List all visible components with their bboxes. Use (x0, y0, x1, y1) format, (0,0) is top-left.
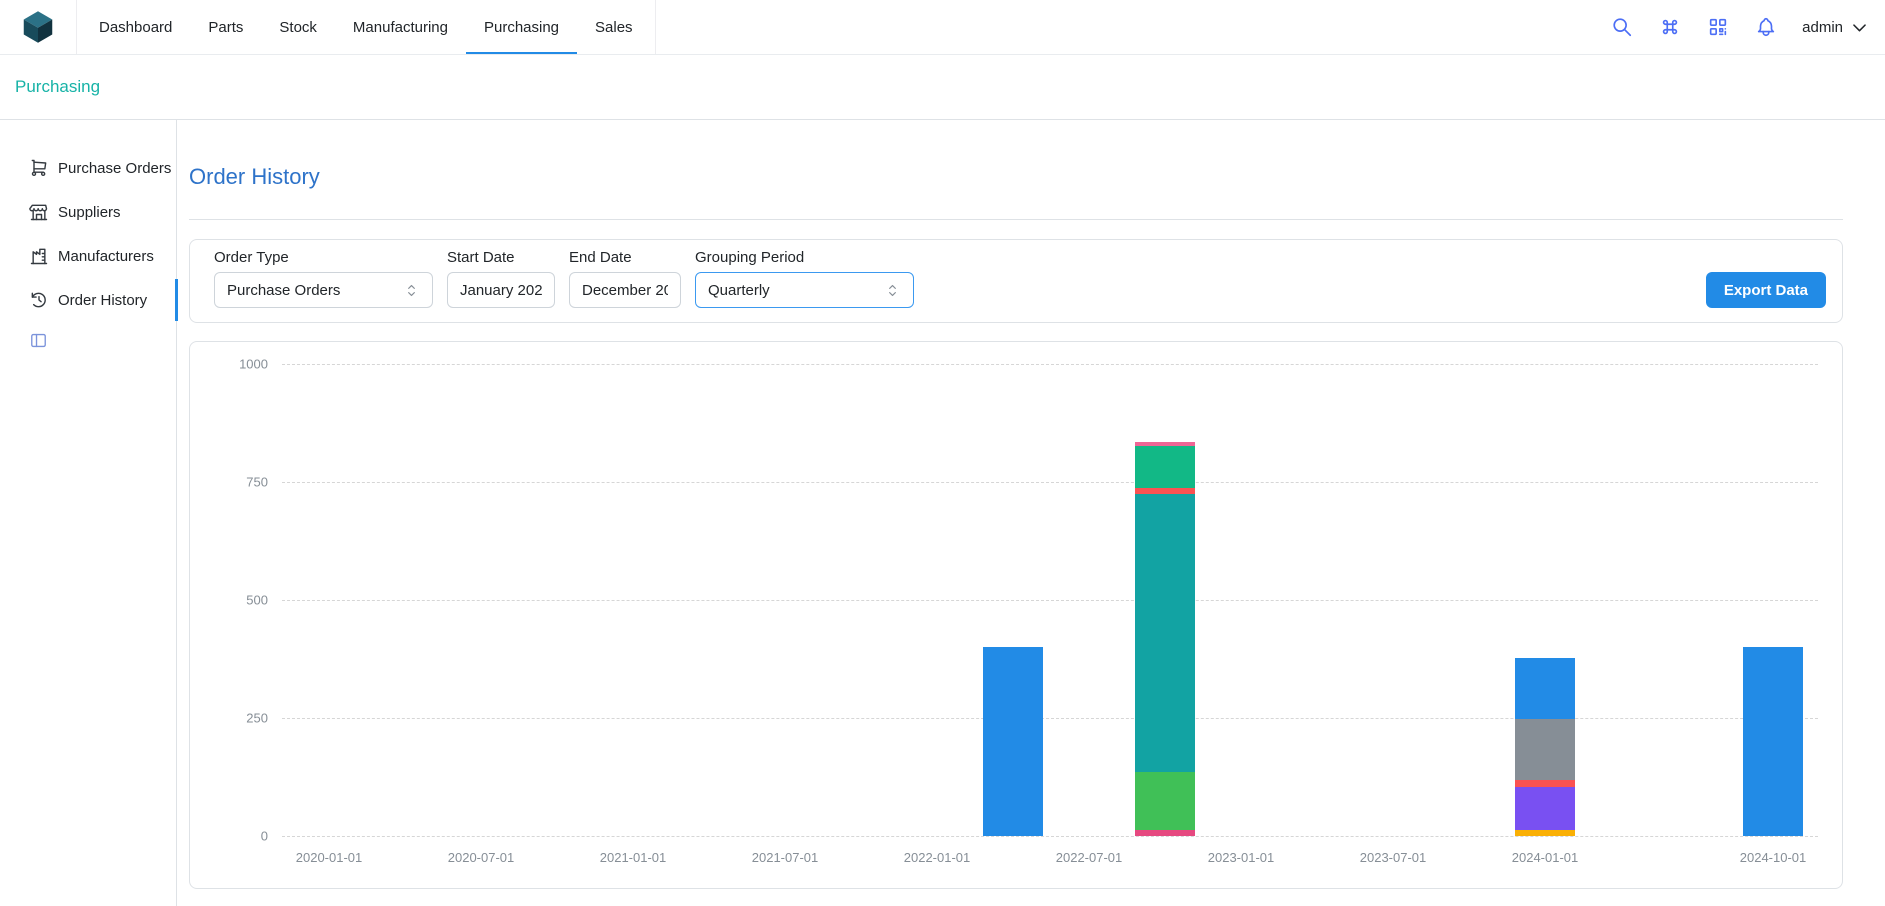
x-axis-label: 2022-01-01 (904, 850, 971, 865)
order-type-field: Order Type Purchase Orders (214, 249, 433, 308)
grouping-period-label: Grouping Period (695, 249, 914, 266)
filter-panel: Order Type Purchase Orders Start Date (189, 239, 1843, 323)
user-menu[interactable]: admin (1802, 18, 1869, 37)
tab-parts[interactable]: Parts (190, 0, 261, 54)
order-type-value: Purchase Orders (227, 282, 340, 299)
bar-segment[interactable] (983, 647, 1043, 836)
building-store-icon (29, 202, 49, 222)
bar-segment[interactable] (1135, 446, 1195, 488)
tab-stock[interactable]: Stock (261, 0, 335, 54)
page-title: Order History (189, 163, 1843, 190)
chevron-down-icon (1850, 18, 1869, 37)
tab-manufacturing[interactable]: Manufacturing (335, 0, 466, 54)
sidebar-item-label: Order History (58, 292, 147, 309)
notifications-bell-icon[interactable] (1754, 15, 1778, 39)
order-type-select[interactable]: Purchase Orders (214, 272, 433, 308)
bar-segment[interactable] (1135, 494, 1195, 772)
grouping-period-field: Grouping Period Quarterly (695, 249, 914, 308)
bar-segment[interactable] (1743, 647, 1803, 836)
title-divider (189, 219, 1843, 220)
history-clock-icon (29, 290, 49, 310)
x-axis-label: 2024-10-01 (1740, 850, 1807, 865)
x-axis-label: 2023-01-01 (1208, 850, 1275, 865)
bar-segment[interactable] (1515, 719, 1575, 780)
export-data-button[interactable]: Export Data (1706, 272, 1826, 308)
navbar: Dashboard Parts Stock Manufacturing Purc… (0, 0, 1885, 55)
selector-icon (884, 282, 901, 299)
chart-gridline (282, 836, 1818, 837)
barcode-scan-icon[interactable] (1706, 15, 1730, 39)
x-axis-label: 2020-01-01 (296, 850, 363, 865)
breadcrumb-item-purchasing[interactable]: Purchasing (15, 77, 100, 97)
x-axis-label: 2022-07-01 (1056, 850, 1123, 865)
main-tabs: Dashboard Parts Stock Manufacturing Purc… (76, 0, 656, 54)
bar-segment[interactable] (1515, 780, 1575, 787)
x-axis-label: 2020-07-01 (448, 850, 515, 865)
grouping-period-select[interactable]: Quarterly (695, 272, 914, 308)
chart-gridline (282, 600, 1818, 601)
bar-segment[interactable] (1135, 772, 1195, 830)
sidebar-item-manufacturers[interactable]: Manufacturers (0, 234, 176, 278)
bar-segment[interactable] (1135, 488, 1195, 494)
factory-icon (29, 246, 49, 266)
navbar-actions: admin (1610, 0, 1869, 54)
app-logo-icon (20, 9, 56, 45)
collapse-sidebar-icon[interactable] (29, 331, 49, 351)
bar-segment[interactable] (1135, 830, 1195, 836)
start-date-field: Start Date (447, 249, 555, 308)
sidebar-item-label: Suppliers (58, 204, 121, 221)
x-axis-label: 2021-07-01 (752, 850, 819, 865)
bar-segment[interactable] (1515, 658, 1575, 719)
y-axis-label: 1000 (190, 357, 268, 372)
selector-icon (403, 282, 420, 299)
main-area: Purchase Orders Suppliers Manufacturers (0, 120, 1885, 906)
chart-gridline (282, 718, 1818, 719)
chart-gridline (282, 364, 1818, 365)
search-icon[interactable] (1610, 15, 1634, 39)
sidebar: Purchase Orders Suppliers Manufacturers (0, 120, 177, 906)
y-axis-label: 750 (190, 475, 268, 490)
grouping-period-value: Quarterly (708, 282, 770, 299)
x-axis-label: 2023-07-01 (1360, 850, 1427, 865)
bar-segment[interactable] (1135, 442, 1195, 446)
tab-purchasing[interactable]: Purchasing (466, 0, 577, 54)
order-type-label: Order Type (214, 249, 433, 266)
username: admin (1802, 19, 1843, 36)
app-root: Dashboard Parts Stock Manufacturing Purc… (0, 0, 1885, 906)
start-date-label: Start Date (447, 249, 555, 266)
shopping-cart-icon (29, 158, 49, 178)
chart-gridline (282, 482, 1818, 483)
bar-segment[interactable] (1515, 830, 1575, 836)
breadcrumb: Purchasing (0, 55, 1885, 120)
tab-dashboard[interactable]: Dashboard (81, 0, 190, 54)
content-area: Order History Order Type Purchase Orders (177, 120, 1885, 906)
end-date-input[interactable] (569, 272, 681, 308)
command-icon[interactable] (1658, 15, 1682, 39)
end-date-field: End Date (569, 249, 681, 308)
app-logo[interactable] (20, 0, 56, 54)
order-history-chart: 0 250 500 750 1000 2020-01-01 2020-07-01 2021-0… (189, 341, 1843, 889)
start-date-input[interactable] (447, 272, 555, 308)
sidebar-item-suppliers[interactable]: Suppliers (0, 190, 176, 234)
sidebar-item-order-history[interactable]: Order History (0, 278, 176, 322)
bar-segment[interactable] (1515, 787, 1575, 829)
end-date-label: End Date (569, 249, 681, 266)
tab-sales[interactable]: Sales (577, 0, 651, 54)
sidebar-item-label: Manufacturers (58, 248, 154, 265)
y-axis-label: 500 (190, 593, 268, 608)
x-axis-label: 2024-01-01 (1512, 850, 1579, 865)
sidebar-item-purchase-orders[interactable]: Purchase Orders (0, 146, 176, 190)
sidebar-item-label: Purchase Orders (58, 160, 171, 177)
x-axis-label: 2021-01-01 (600, 850, 667, 865)
y-axis-label: 250 (190, 711, 268, 726)
y-axis-label: 0 (190, 829, 268, 844)
